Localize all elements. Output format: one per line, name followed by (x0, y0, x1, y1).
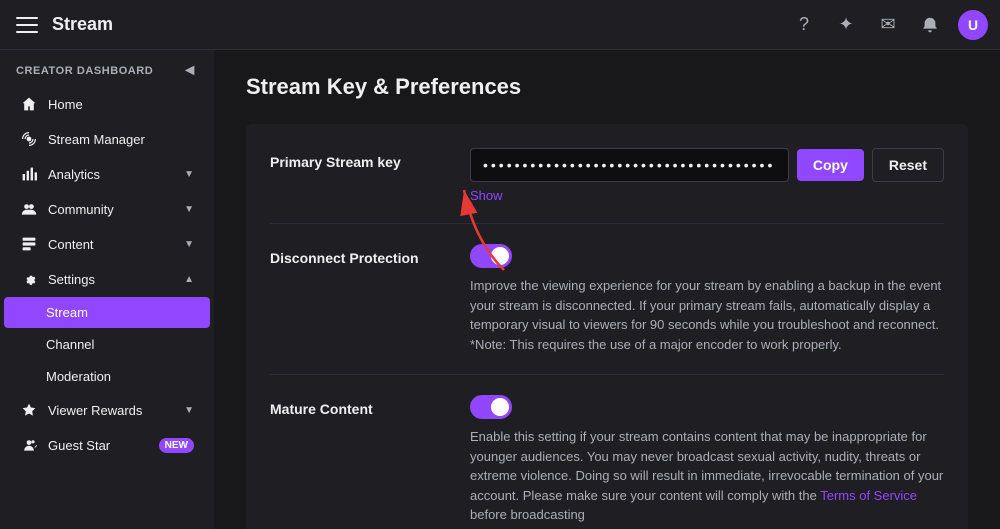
primary-stream-key-label: Primary Stream key (270, 148, 470, 170)
mature-content-toggle[interactable] (470, 395, 512, 419)
sidebar-label-moderation: Moderation (46, 369, 111, 384)
sidebar-label-guest-star: Guest Star (48, 438, 110, 453)
content-arrow: ▼ (184, 239, 194, 250)
content-icon (20, 235, 38, 253)
disconnect-protection-label: Disconnect Protection (270, 244, 470, 266)
sidebar-label-viewer-rewards: Viewer Rewards (48, 403, 142, 418)
sidebar-item-guest-star[interactable]: Guest Star NEW (4, 428, 210, 462)
mature-content-label: Mature Content (270, 395, 470, 417)
notifications-icon[interactable] (916, 11, 944, 39)
sidebar-item-stream-manager[interactable]: Stream Manager (4, 122, 210, 156)
mature-content-row: Mature Content Enable this setting if yo… (270, 375, 944, 525)
mature-content-description: Enable this setting if your stream conta… (470, 427, 944, 525)
disconnect-protection-description: Improve the viewing experience for your … (470, 276, 944, 354)
community-arrow: ▼ (184, 204, 194, 215)
stream-key-controls: Copy Reset (470, 148, 944, 182)
toggle-knob (491, 247, 509, 265)
sidebar-item-channel[interactable]: Channel (4, 329, 210, 360)
sidebar-item-home[interactable]: Home (4, 87, 210, 121)
sidebar-item-content[interactable]: Content ▼ (4, 227, 210, 261)
topbar-right: ? ✦ ✉ U (790, 10, 988, 40)
primary-stream-key-content: Copy Reset Show (470, 148, 944, 203)
disconnect-protection-toggle[interactable] (470, 244, 512, 268)
guest-star-badge: NEW (159, 438, 194, 453)
inbox-icon[interactable]: ✉ (874, 11, 902, 39)
mature-toggle-knob (491, 398, 509, 416)
sidebar-label-channel: Channel (46, 337, 94, 352)
sidebar-item-moderation[interactable]: Moderation (4, 361, 210, 392)
sidebar-label-stream: Stream (46, 305, 88, 320)
viewer-rewards-arrow: ▼ (184, 405, 194, 416)
sidebar-item-community[interactable]: Community ▼ (4, 192, 210, 226)
topbar-left: Stream (12, 10, 113, 40)
sidebar-label-home: Home (48, 97, 83, 112)
sidebar-label-community: Community (48, 202, 114, 217)
help-icon[interactable]: ? (790, 11, 818, 39)
sidebar-label-content: Content (48, 237, 94, 252)
sidebar: CREATOR DASHBOARD ◄ Home Stream Manager … (0, 0, 214, 529)
show-link[interactable]: Show (470, 188, 503, 203)
primary-stream-key-row: Primary Stream key Copy Reset Show (270, 148, 944, 224)
settings-icon (20, 270, 38, 288)
content-area: Stream Key & Preferences Primary Stream … (214, 50, 1000, 529)
stream-preferences-card: Primary Stream key Copy Reset Show Disco… (246, 124, 968, 529)
sidebar-item-stream[interactable]: Stream (4, 297, 210, 328)
hamburger-button[interactable] (12, 10, 42, 40)
disconnect-protection-row: Disconnect Protection Improve the viewin… (270, 224, 944, 375)
guest-star-icon (20, 436, 38, 454)
collapse-icon[interactable]: ◄ (182, 62, 198, 80)
viewer-rewards-icon (20, 401, 38, 419)
analytics-arrow: ▼ (184, 169, 194, 180)
copy-button[interactable]: Copy (797, 149, 864, 181)
reset-button[interactable]: Reset (872, 148, 944, 182)
sidebar-item-settings[interactable]: Settings ▲ (4, 262, 210, 296)
main-content: Stream Key & Preferences Primary Stream … (214, 0, 1000, 529)
mature-content-content: Enable this setting if your stream conta… (470, 395, 944, 525)
stream-key-input[interactable] (470, 148, 789, 182)
topbar: Stream ? ✦ ✉ U (0, 0, 1000, 50)
disconnect-protection-content: Improve the viewing experience for your … (470, 244, 944, 354)
page-title: Stream Key & Preferences (246, 74, 968, 100)
stream-icon (20, 130, 38, 148)
topbar-title: Stream (52, 14, 113, 35)
sidebar-label-settings: Settings (48, 272, 95, 287)
home-icon (20, 95, 38, 113)
magic-icon[interactable]: ✦ (832, 11, 860, 39)
analytics-icon (20, 165, 38, 183)
tos-link[interactable]: Terms of Service (820, 488, 917, 503)
sidebar-item-viewer-rewards[interactable]: Viewer Rewards ▼ (4, 393, 210, 427)
avatar[interactable]: U (958, 10, 988, 40)
community-icon (20, 200, 38, 218)
sidebar-label-stream-manager: Stream Manager (48, 132, 145, 147)
sidebar-label-analytics: Analytics (48, 167, 100, 182)
settings-arrow: ▲ (184, 274, 194, 285)
sidebar-item-analytics[interactable]: Analytics ▼ (4, 157, 210, 191)
sidebar-section-title: CREATOR DASHBOARD ◄ (0, 50, 214, 86)
